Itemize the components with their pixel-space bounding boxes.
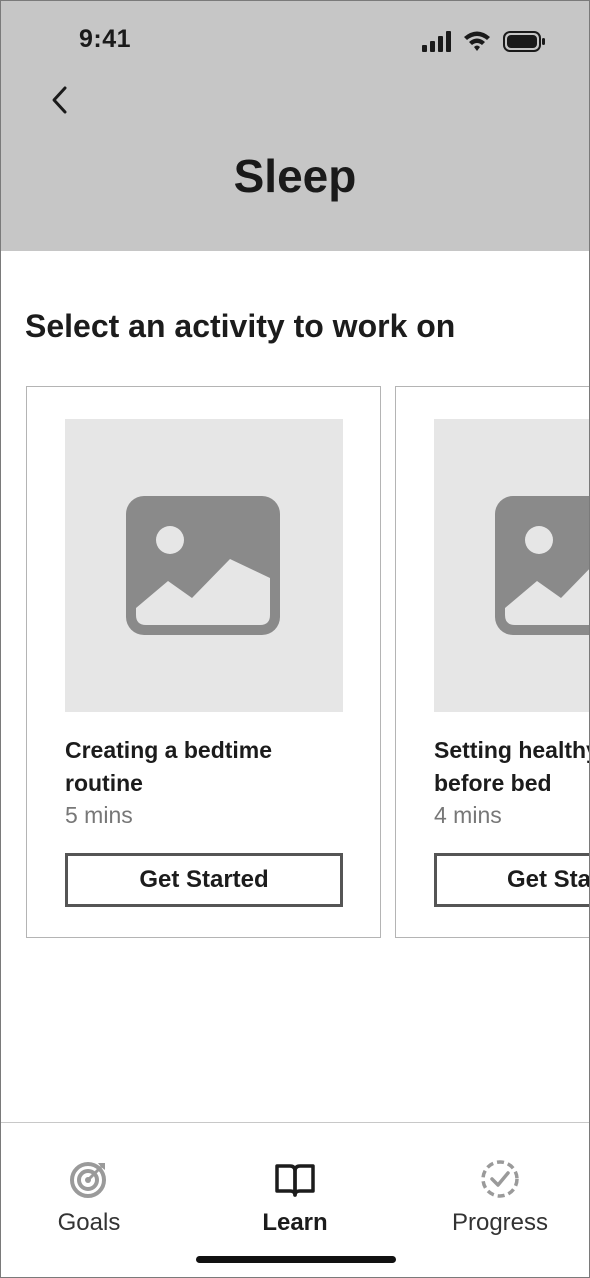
battery-icon — [503, 31, 545, 52]
activity-title-line: Setting healthy habits — [434, 737, 589, 763]
activity-card[interactable]: Creating a bedtime routine 5 mins Get St… — [26, 386, 381, 938]
get-started-button[interactable]: Get Started — [434, 853, 589, 907]
status-icons — [422, 30, 546, 54]
activity-title-line: routine — [65, 770, 143, 796]
nav-item-progress[interactable]: Progress — [425, 1123, 575, 1243]
activity-title-line: before bed — [434, 770, 552, 796]
progress-check-icon — [481, 1160, 519, 1198]
nav-item-learn[interactable]: Learn — [220, 1123, 370, 1243]
header: 9:41 Sleep — [1, 1, 589, 251]
activity-duration: 4 mins — [434, 802, 502, 828]
back-button[interactable] — [39, 79, 81, 121]
get-started-button[interactable]: Get Started — [65, 853, 343, 907]
nav-label: Learn — [262, 1209, 328, 1236]
activity-title: Creating a bedtime routine — [65, 734, 365, 800]
image-placeholder-icon — [495, 496, 589, 635]
phone-screen: 9:41 Sleep Select an activity to work on… — [0, 0, 590, 1278]
status-icons-svg — [422, 31, 545, 52]
activity-carousel[interactable]: Creating a bedtime routine 5 mins Get St… — [1, 386, 589, 941]
activity-title: Setting healthy habits before bed — [434, 734, 589, 800]
nav-item-goals[interactable]: Goals — [14, 1123, 164, 1243]
signal-icon — [422, 31, 451, 52]
section-heading: Select an activity to work on — [25, 308, 456, 344]
activity-duration: 5 mins — [65, 802, 133, 828]
nav-label: Progress — [451, 1209, 549, 1236]
chevron-left-icon — [52, 86, 67, 114]
nav-label: Goals — [57, 1209, 121, 1236]
book-icon — [275, 1164, 315, 1197]
activity-card[interactable]: Setting healthy habits before bed 4 mins… — [395, 386, 589, 938]
page-title: Sleep — [233, 150, 357, 202]
target-icon — [70, 1162, 106, 1198]
home-indicator[interactable] — [196, 1256, 396, 1263]
wifi-icon — [464, 31, 490, 51]
activity-image — [434, 419, 589, 712]
activity-title-line: Creating a bedtime — [65, 737, 273, 763]
status-time: 9:41 — [79, 25, 132, 53]
bottom-nav: Goals Learn Progress — [1, 1122, 589, 1277]
image-placeholder-icon — [126, 496, 280, 635]
activity-image — [65, 419, 343, 712]
